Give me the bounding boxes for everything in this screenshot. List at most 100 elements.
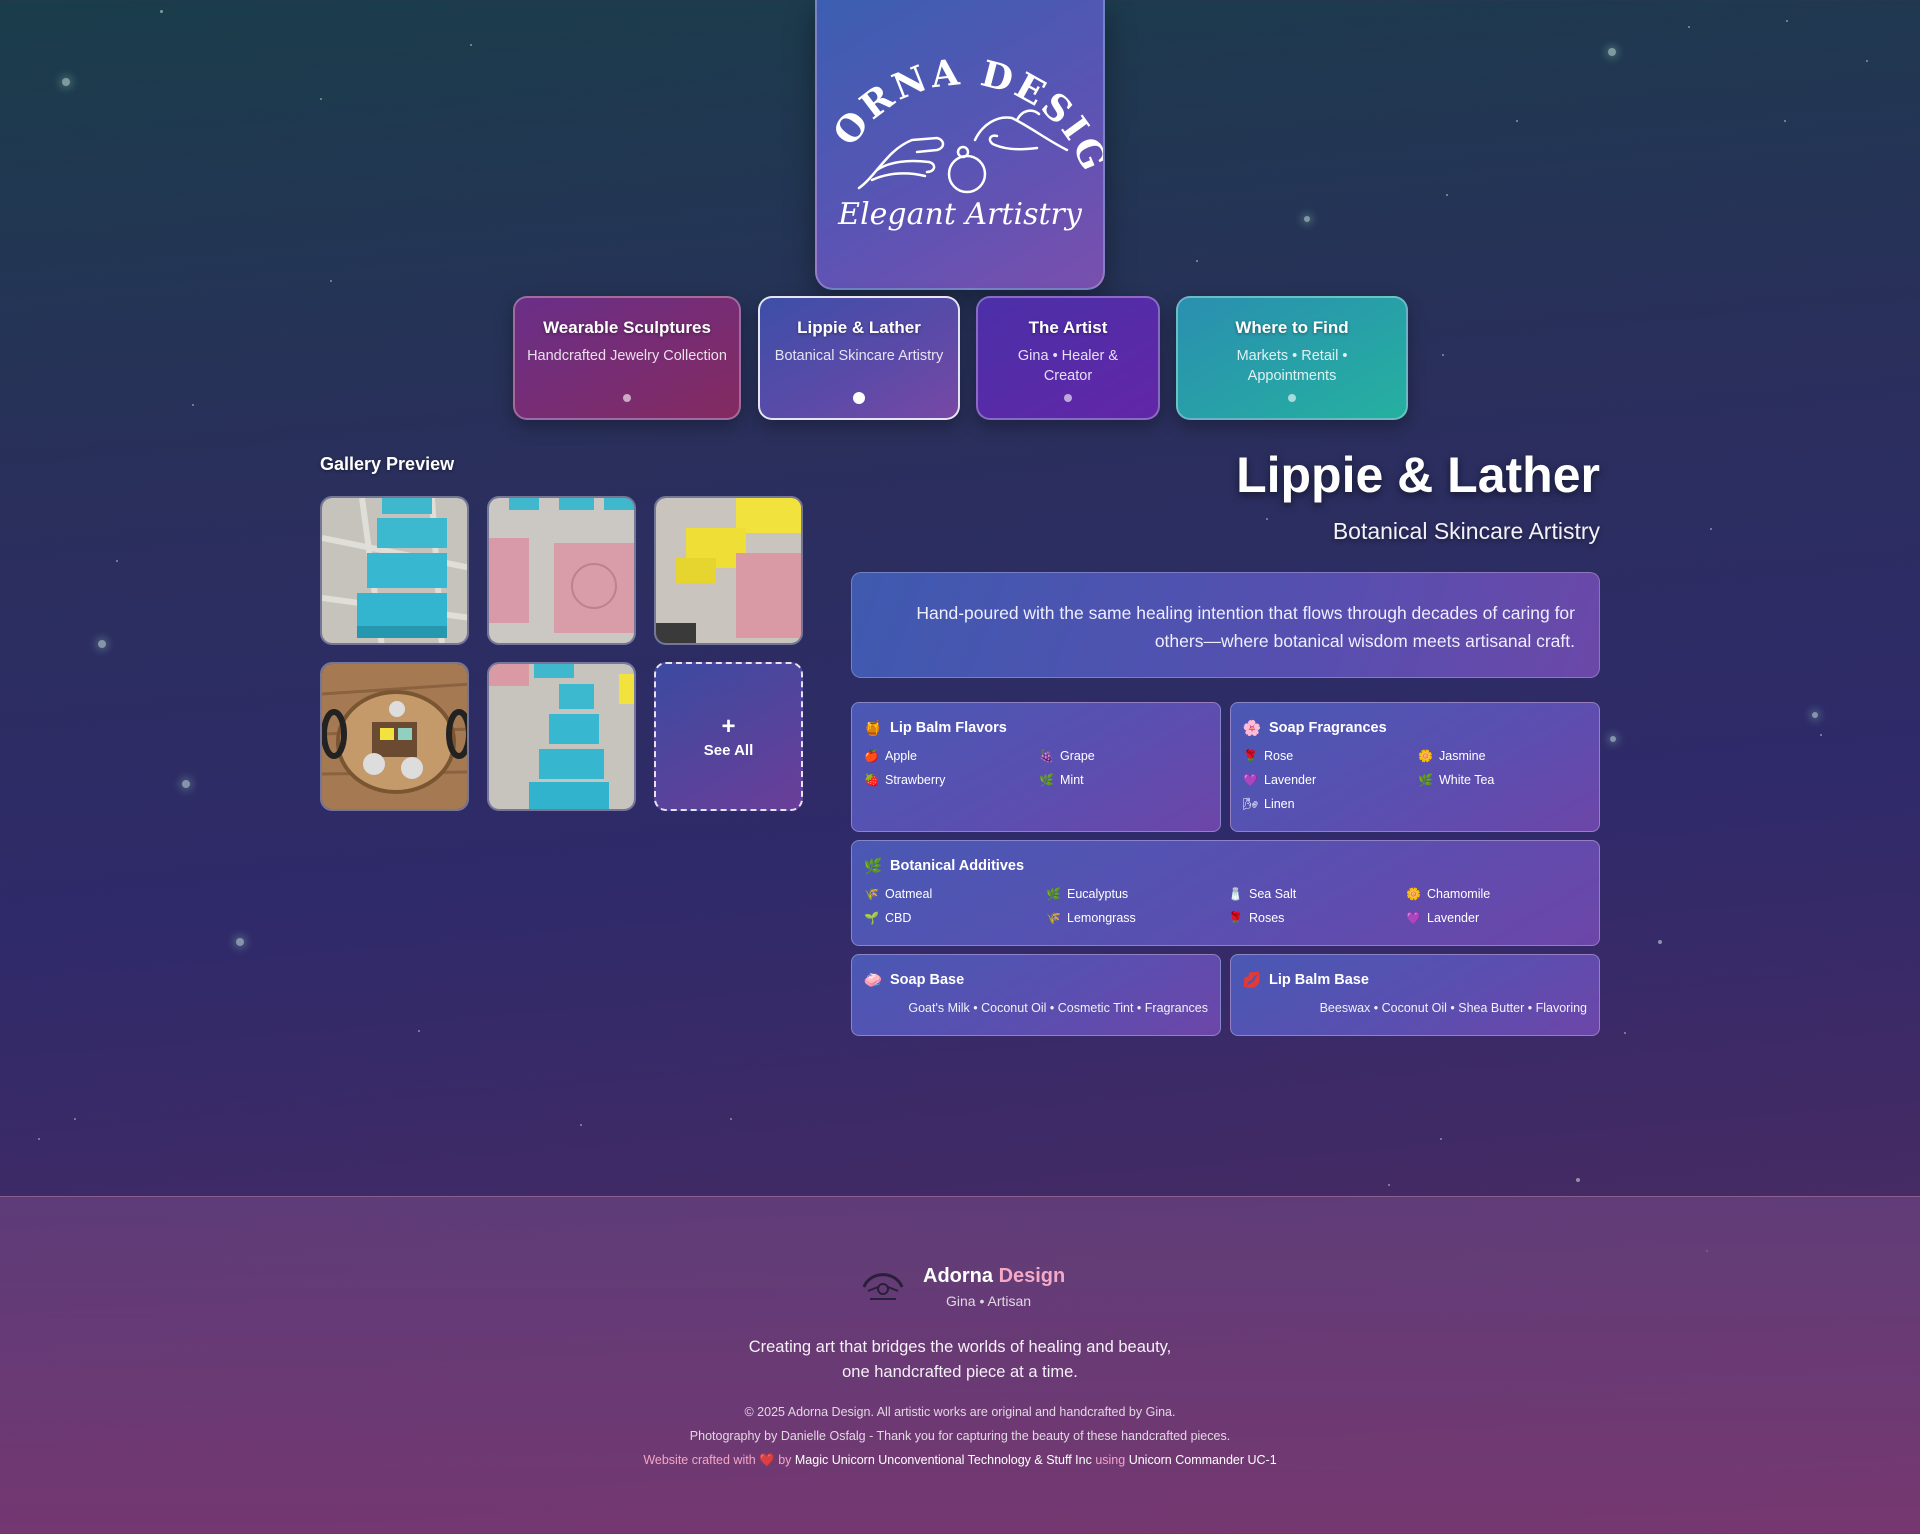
star-decoration bbox=[730, 1118, 732, 1120]
star-decoration bbox=[1820, 734, 1822, 736]
panel-header: 🧼 Soap Base bbox=[864, 971, 1208, 989]
panel-header: 💋 Lip Balm Base bbox=[1243, 971, 1587, 989]
star-decoration bbox=[1196, 260, 1198, 262]
list-item: 🌾 Lemongrass bbox=[1046, 910, 1136, 926]
nav-card-title: Wearable Sculptures bbox=[543, 318, 711, 337]
list-item: 🌾 Oatmeal bbox=[864, 886, 933, 902]
footer-copyright: © 2025 Adorna Design. All artistic works… bbox=[744, 1405, 1176, 1419]
nav-card-title: Lippie & Lather bbox=[797, 318, 921, 337]
gallery-thumb-blue-soap-row[interactable] bbox=[487, 662, 636, 811]
herb-icon: 🌿 bbox=[1046, 886, 1061, 901]
nav-card-wearable-sculptures[interactable]: Wearable Sculptures Handcrafted Jewelry … bbox=[513, 296, 741, 420]
grain-icon: 🌾 bbox=[864, 886, 879, 901]
star-decoration bbox=[1266, 518, 1268, 520]
star-decoration bbox=[1576, 1178, 1580, 1182]
star-decoration bbox=[1442, 354, 1444, 356]
list-item: 💜 Lavender bbox=[1243, 772, 1317, 788]
see-all-label: See All bbox=[703, 742, 754, 759]
flavor-list: 🍎 Apple 🍇 Grape 🍓 Strawberry 🌿 Mint bbox=[864, 747, 1208, 789]
star-decoration bbox=[1388, 1184, 1390, 1186]
sunflower-icon: 🌼 bbox=[1406, 886, 1421, 901]
nav-card-title: Where to Find bbox=[1235, 318, 1349, 337]
list-item: 🌿 White Tea bbox=[1418, 772, 1495, 788]
additive-list: 🌾 Oatmeal 🌿 Eucalyptus 🧂 Sea Salt 🌼 Chamomil… bbox=[864, 885, 1587, 927]
page-subtitle: Botanical Skincare Artistry bbox=[1332, 518, 1600, 544]
logo-tagline: Elegant Artistry bbox=[838, 197, 1082, 232]
panel-header: 🌸 Soap Fragrances bbox=[1243, 719, 1587, 737]
page-title: Lippie & Lather bbox=[1236, 447, 1600, 503]
list-item: 🍎 Apple bbox=[864, 748, 917, 764]
lip-balm-flavors-panel: 🍯 Lip Balm Flavors 🍎 Apple 🍇 Grape 🍓 Strawb… bbox=[851, 702, 1221, 832]
nav-card-subtitle: Botanical Skincare Artistry bbox=[774, 348, 944, 364]
star-decoration bbox=[1658, 940, 1662, 944]
star-decoration bbox=[98, 640, 106, 648]
gallery-title: Gallery Preview bbox=[320, 454, 455, 474]
gallery-thumb-pink-soap[interactable] bbox=[487, 496, 636, 645]
lip-balm-base-ingredients: Beeswax • Coconut Oil • Shea Butter • Fl… bbox=[1319, 1001, 1587, 1015]
list-item: 🌼 Chamomile bbox=[1406, 886, 1491, 902]
nav-indicator-dot bbox=[623, 394, 631, 402]
list-item: 🌬 Linen bbox=[1243, 796, 1295, 812]
sunflower-icon: 🌼 bbox=[1418, 748, 1433, 763]
star-decoration bbox=[1624, 1032, 1626, 1034]
list-item: 💜 Lavender bbox=[1406, 910, 1480, 926]
star-decoration bbox=[116, 560, 118, 562]
star-decoration bbox=[1866, 60, 1868, 62]
nav-card-subtitle: Markets • Retail • Appointments bbox=[1236, 348, 1348, 384]
lips-icon: 💋 bbox=[1242, 972, 1262, 989]
nav-card-the-artist[interactable]: The Artist Gina • Healer & Creator bbox=[976, 296, 1160, 420]
gallery-thumb-basket[interactable] bbox=[320, 662, 469, 811]
strawberry-icon: 🍓 bbox=[864, 772, 879, 787]
panel-title: Botanical Additives bbox=[890, 858, 1025, 874]
star-decoration bbox=[330, 280, 332, 282]
herb-icon: 🌿 bbox=[863, 858, 883, 875]
purple-heart-icon: 💜 bbox=[1243, 772, 1258, 787]
star-decoration bbox=[236, 938, 244, 946]
star-decoration bbox=[320, 98, 322, 100]
botanical-additives-panel: 🌿 Botanical Additives 🌾 Oatmeal 🌿 Eucalypt… bbox=[851, 840, 1600, 946]
star-decoration bbox=[192, 404, 194, 406]
herb-icon: 🌿 bbox=[1039, 772, 1054, 787]
wind-icon: 🌬 bbox=[1243, 796, 1259, 811]
star-decoration bbox=[38, 1138, 40, 1140]
star-decoration bbox=[470, 44, 472, 46]
star-decoration bbox=[1710, 528, 1712, 530]
list-item: 🌹 Roses bbox=[1228, 910, 1285, 926]
gallery-thumb-blue-soap[interactable] bbox=[320, 496, 469, 645]
svg-text:ADORNA DESIGN: ADORNA DESIGN bbox=[817, 0, 1105, 179]
star-decoration bbox=[418, 1030, 420, 1032]
nav-card-where-to-find[interactable]: Where to Find Markets • Retail • Appoint… bbox=[1176, 296, 1408, 420]
tool-link[interactable]: Unicorn Commander UC-1 bbox=[1129, 1453, 1277, 1467]
nav-indicator-dot bbox=[1288, 394, 1296, 402]
star-decoration bbox=[1688, 26, 1690, 28]
star-decoration bbox=[1610, 736, 1616, 742]
hands-ring-logo-icon: ADORNA DESIGN bbox=[817, 0, 1105, 194]
list-item: 🍇 Grape bbox=[1039, 748, 1095, 764]
company-link[interactable]: Magic Unicorn Unconventional Technology … bbox=[795, 1453, 1092, 1467]
nav-card-subtitle: Gina • Healer & Creator bbox=[1017, 348, 1119, 384]
grape-icon: 🍇 bbox=[1039, 748, 1054, 763]
panel-title: Lip Balm Flavors bbox=[890, 720, 1007, 736]
star-decoration bbox=[1446, 194, 1448, 196]
see-all-button[interactable]: + See All bbox=[654, 662, 803, 811]
rose-icon: 🌹 bbox=[1243, 748, 1258, 763]
star-decoration bbox=[1812, 712, 1818, 718]
star-decoration bbox=[74, 1118, 76, 1120]
brand-logo[interactable]: ADORNA DESIGN Elegant Artistry bbox=[815, 0, 1105, 290]
panel-header: 🌿 Botanical Additives bbox=[864, 857, 1587, 875]
list-item: 🌿 Eucalyptus bbox=[1046, 886, 1129, 902]
nav-card-title: The Artist bbox=[1028, 318, 1108, 337]
footer-brand-name: Adorna Design bbox=[923, 1265, 1066, 1287]
footer-photo-credit: Photography by Danielle Osfalg - Thank y… bbox=[689, 1429, 1231, 1443]
nav-indicator-dot-active bbox=[853, 392, 865, 404]
footer-logo-icon[interactable] bbox=[858, 1265, 908, 1305]
lip-balm-base-panel: 💋 Lip Balm Base Beeswax • Coconut Oil • … bbox=[1230, 954, 1600, 1036]
list-item: 🌿 Mint bbox=[1039, 772, 1084, 788]
gallery-thumb-yellow-soap[interactable] bbox=[654, 496, 803, 645]
star-decoration bbox=[1304, 216, 1310, 222]
star-decoration bbox=[1786, 20, 1788, 22]
nav-card-lippie-lather[interactable]: Lippie & Lather Botanical Skincare Artis… bbox=[758, 296, 960, 420]
list-item: 🌹 Rose bbox=[1243, 748, 1294, 764]
soap-base-panel: 🧼 Soap Base Goat's Milk • Coconut Oil • … bbox=[851, 954, 1221, 1036]
star-decoration bbox=[1608, 48, 1616, 56]
